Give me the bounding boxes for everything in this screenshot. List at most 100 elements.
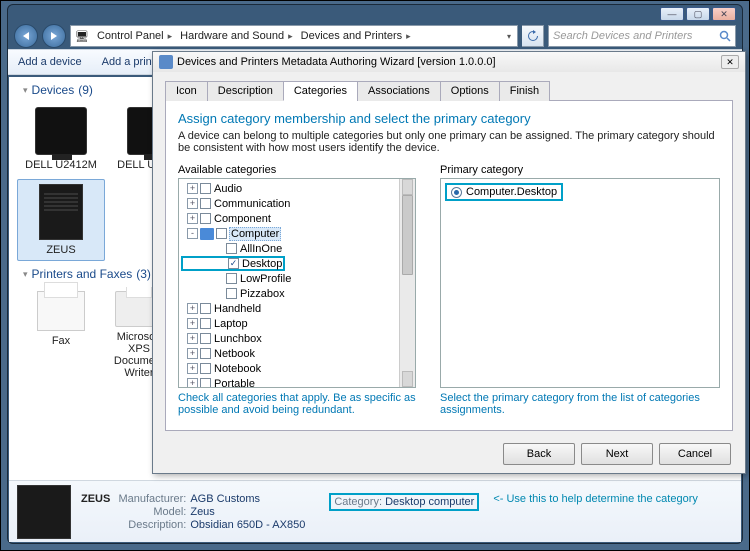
expand-icon[interactable]: + <box>187 378 198 388</box>
tab-finish[interactable]: Finish <box>499 81 550 101</box>
breadcrumb[interactable]: Hardware and Sound <box>176 30 297 42</box>
device-item-selected[interactable]: ZEUS <box>17 179 105 261</box>
tree-node[interactable]: LowProfile <box>181 271 413 286</box>
checkbox[interactable] <box>200 348 211 359</box>
device-thumbnail <box>17 485 71 539</box>
close-button[interactable]: ✕ <box>712 7 736 21</box>
primary-category-label: Primary category <box>440 164 720 176</box>
checkbox[interactable] <box>200 198 211 209</box>
cancel-button[interactable]: Cancel <box>659 443 731 465</box>
tab-options[interactable]: Options <box>440 81 500 101</box>
scroll-thumb[interactable] <box>402 195 413 275</box>
dialog-titlebar[interactable]: Devices and Printers Metadata Authoring … <box>153 52 745 72</box>
panel-heading: Assign category membership and select th… <box>178 111 720 126</box>
expand-icon[interactable]: + <box>187 333 198 344</box>
tab-categories[interactable]: Categories <box>283 81 358 101</box>
add-device-button[interactable]: Add a device <box>8 50 92 74</box>
tree-node[interactable]: AllInOne <box>181 241 413 256</box>
checkbox[interactable] <box>200 318 211 329</box>
checkbox[interactable] <box>200 363 211 374</box>
fax-icon <box>37 291 85 331</box>
device-item[interactable]: DELL U2412M <box>17 103 105 175</box>
tree-node[interactable]: + Laptop <box>181 316 413 331</box>
expand-icon[interactable]: - <box>187 228 198 239</box>
tree-node[interactable]: Pizzabox <box>181 286 413 301</box>
radio-selected-icon <box>451 187 462 198</box>
tree-node[interactable]: + Audio <box>181 181 413 196</box>
refresh-button[interactable] <box>522 25 544 47</box>
tree-label: Portable <box>213 378 256 389</box>
monitor-icon <box>35 107 87 155</box>
tree-node[interactable]: + Communication <box>181 196 413 211</box>
expand-icon[interactable]: + <box>187 198 198 209</box>
primary-category-option[interactable]: Computer.Desktop <box>445 183 563 201</box>
computer-tower-icon <box>39 184 83 240</box>
nav-back-button[interactable] <box>14 24 38 48</box>
tree-label: Desktop <box>241 258 283 270</box>
checkbox[interactable] <box>200 333 211 344</box>
tree-label: Component <box>213 213 272 225</box>
tree-node[interactable]: + Netbook <box>181 346 413 361</box>
tree-label: Handheld <box>213 303 262 315</box>
metadata-wizard-dialog: Devices and Printers Metadata Authoring … <box>152 51 746 474</box>
tab-description[interactable]: Description <box>207 81 284 101</box>
breadcrumb[interactable]: Control Panel <box>93 30 176 42</box>
tab-associations[interactable]: Associations <box>357 81 441 101</box>
expand-icon[interactable]: + <box>187 363 198 374</box>
tree-label: Lunchbox <box>213 333 263 345</box>
checkbox[interactable] <box>226 273 237 284</box>
tree-node[interactable]: ✓Desktop <box>181 256 285 271</box>
primary-category-list: Computer.Desktop <box>440 178 720 388</box>
next-button[interactable]: Next <box>581 443 653 465</box>
dialog-title: Devices and Printers Metadata Authoring … <box>177 56 496 68</box>
tree-node[interactable]: + Portable <box>181 376 413 388</box>
available-categories-label: Available categories <box>178 164 416 176</box>
tab-strip: Icon Description Categories Associations… <box>165 80 733 101</box>
address-bar[interactable]: 🖥 Control Panel Hardware and Sound Devic… <box>70 25 518 47</box>
tab-icon[interactable]: Icon <box>165 81 208 101</box>
tree-label: Computer <box>229 227 281 241</box>
minimize-button[interactable]: — <box>660 7 684 21</box>
expand-icon[interactable]: + <box>187 303 198 314</box>
tree-node[interactable]: + Lunchbox <box>181 331 413 346</box>
scrollbar[interactable] <box>399 179 415 387</box>
checkbox[interactable] <box>200 183 211 194</box>
tree-node[interactable]: + Component <box>181 211 413 226</box>
panel-subheading: A device can belong to multiple categori… <box>178 130 720 154</box>
tree-node[interactable]: + Handheld <box>181 301 413 316</box>
category-highlight: Category: Desktop computer <box>329 493 479 511</box>
search-icon <box>719 30 731 42</box>
tree-label: Communication <box>213 198 291 210</box>
checkbox[interactable] <box>226 243 237 254</box>
tree-label: Audio <box>213 183 243 195</box>
nav-forward-button[interactable] <box>42 24 66 48</box>
tree-node[interactable]: - Computer <box>181 226 413 241</box>
back-button[interactable]: Back <box>503 443 575 465</box>
expand-icon[interactable]: + <box>187 213 198 224</box>
checkbox[interactable] <box>200 303 211 314</box>
category-tree[interactable]: + Audio + Communication + Component - ComputerA… <box>178 178 416 388</box>
tree-label: Netbook <box>213 348 256 360</box>
checkbox[interactable] <box>216 228 227 239</box>
breadcrumb[interactable]: Devices and Printers <box>297 30 415 42</box>
app-icon <box>159 55 173 69</box>
tree-label: LowProfile <box>239 273 292 285</box>
expand-icon[interactable]: + <box>187 183 198 194</box>
search-input[interactable]: Search Devices and Printers <box>548 25 736 47</box>
checkbox[interactable] <box>200 378 211 388</box>
primary-footnote: Select the primary category from the lis… <box>440 392 720 416</box>
category-icon <box>200 228 214 240</box>
expand-icon[interactable]: + <box>187 348 198 359</box>
tree-label: Laptop <box>213 318 249 330</box>
expand-icon[interactable]: + <box>187 318 198 329</box>
tree-label: Notebook <box>213 363 262 375</box>
checkbox[interactable] <box>200 213 211 224</box>
dialog-close-button[interactable]: ✕ <box>721 55 739 69</box>
tree-node[interactable]: + Notebook <box>181 361 413 376</box>
checkbox[interactable] <box>226 288 237 299</box>
maximize-button[interactable]: ▢ <box>686 7 710 21</box>
details-pane: ZEUS Manufacturer:AGB Customs Model:Zeus… <box>9 480 741 542</box>
tree-footnote: Check all categories that apply. Be as s… <box>178 392 416 416</box>
printer-item[interactable]: Fax <box>17 287 105 383</box>
checkbox[interactable]: ✓ <box>228 258 239 269</box>
